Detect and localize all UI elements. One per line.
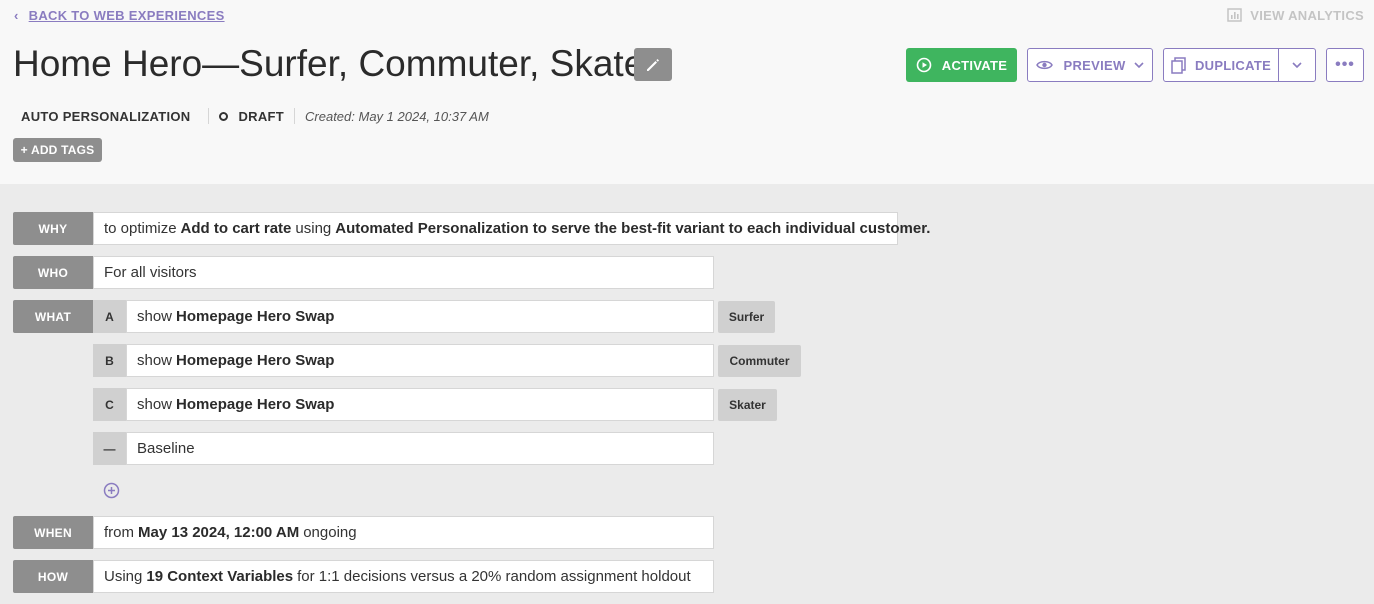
chevron-left-icon: ‹ — [14, 7, 19, 23]
variant-letter: A — [93, 300, 126, 333]
duplicate-button[interactable]: DUPLICATE — [1163, 48, 1279, 82]
divider — [294, 108, 296, 124]
experience-header: ‹ BACK TO WEB EXPERIENCES VIEW ANALYTICS… — [0, 0, 1374, 184]
variant-prefix: show — [137, 308, 173, 325]
when-prefix: from — [104, 524, 134, 541]
how-prefix: Using — [104, 568, 143, 585]
experience-meta: AUTO PERSONALIZATION DRAFT Created: May … — [21, 107, 489, 125]
pencil-icon — [647, 58, 659, 71]
more-icon: ••• — [1335, 56, 1355, 73]
why-mid: using — [295, 220, 332, 237]
duplicate-options-button[interactable] — [1278, 48, 1316, 82]
when-label: WHEN — [13, 516, 93, 549]
variant-prefix: show — [137, 396, 173, 413]
experience-type: AUTO PERSONALIZATION — [21, 108, 191, 124]
why-prefix: to optimize — [104, 220, 177, 237]
when-date: May 13 2024, 12:00 AM — [138, 524, 300, 541]
who-text: For all visitors — [104, 264, 197, 281]
activate-button[interactable]: ACTIVATE — [906, 48, 1017, 82]
variant-b-tag[interactable]: Commuter — [718, 345, 801, 377]
who-label: WHO — [13, 256, 93, 289]
back-to-web-experiences-link[interactable]: ‹ BACK TO WEB EXPERIENCES — [14, 6, 225, 24]
created-timestamp: Created: May 1 2024, 10:37 AM — [305, 108, 489, 124]
view-analytics-label: VIEW ANALYTICS — [1250, 7, 1364, 23]
preview-button[interactable]: PREVIEW — [1027, 48, 1153, 82]
when-suffix: ongoing — [303, 524, 357, 541]
divider — [208, 108, 210, 124]
play-circle-icon — [916, 57, 932, 73]
view-analytics-link[interactable]: VIEW ANALYTICS — [1227, 6, 1364, 24]
eye-icon — [1036, 60, 1054, 70]
chevron-down-icon — [1292, 62, 1302, 68]
variant-c-tag[interactable]: Skater — [718, 389, 777, 421]
back-link-label: BACK TO WEB EXPERIENCES — [28, 7, 225, 23]
how-statement[interactable]: Using 19 Context Variables for 1:1 decis… — [93, 560, 714, 593]
who-statement[interactable]: For all visitors — [93, 256, 714, 289]
why-statement[interactable]: to optimize Add to cart rate using Autom… — [93, 212, 930, 245]
baseline-row[interactable]: Baseline — [126, 432, 714, 465]
when-statement[interactable]: from May 13 2024, 12:00 AM ongoing — [93, 516, 714, 549]
baseline-text: Baseline — [137, 440, 195, 457]
how-context-variables: 19 Context Variables — [146, 568, 294, 585]
duplicate-label: DUPLICATE — [1194, 57, 1272, 73]
page-title: Home Hero—Surfer, Commuter, Skater — [13, 43, 657, 84]
add-variant-icon[interactable] — [103, 482, 120, 499]
variant-letter: B — [93, 344, 126, 377]
variant-action: Homepage Hero Swap — [176, 352, 335, 369]
status-dot-icon — [219, 111, 229, 121]
variant-c-row[interactable]: show Homepage Hero Swap — [126, 388, 714, 421]
why-method: Automated Personalization to serve the b… — [335, 220, 931, 237]
why-metric: Add to cart rate — [180, 220, 292, 237]
edit-title-button[interactable] — [634, 48, 672, 81]
how-suffix: for 1:1 decisions versus a 20% random as… — [297, 568, 691, 585]
how-label: HOW — [13, 560, 93, 593]
variant-action: Homepage Hero Swap — [176, 396, 335, 413]
why-label: WHY — [13, 212, 93, 245]
copy-icon — [1171, 56, 1186, 74]
what-label: WHAT — [13, 300, 93, 333]
variant-a-tag[interactable]: Surfer — [718, 301, 775, 333]
chevron-down-icon — [1133, 62, 1144, 68]
variant-a-row[interactable]: show Homepage Hero Swap — [126, 300, 714, 333]
analytics-icon — [1227, 8, 1242, 22]
variant-letter: — — [93, 432, 126, 465]
add-tags-button[interactable]: + ADD TAGS — [13, 138, 102, 162]
variant-prefix: show — [137, 352, 173, 369]
variant-b-row[interactable]: show Homepage Hero Swap — [126, 344, 714, 377]
variant-letter: C — [93, 388, 126, 421]
variant-action: Homepage Hero Swap — [176, 308, 335, 325]
preview-label: PREVIEW — [1063, 57, 1126, 73]
more-options-button[interactable]: ••• — [1326, 48, 1364, 82]
status-badge: DRAFT — [238, 108, 285, 124]
activate-label: ACTIVATE — [941, 57, 1008, 73]
